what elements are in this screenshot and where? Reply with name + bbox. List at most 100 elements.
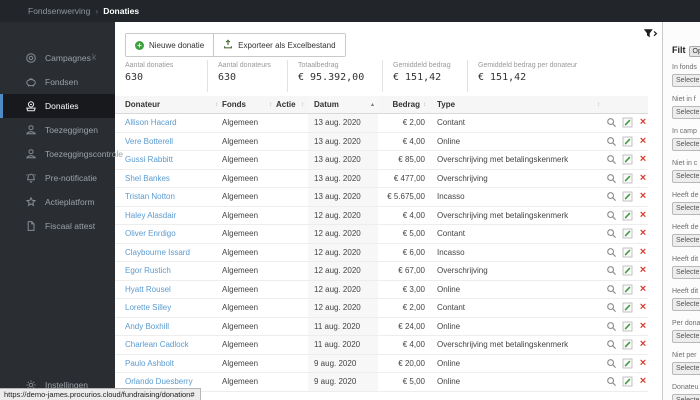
column-header-donateur[interactable]: Donateur ↕ [115,96,222,113]
filter-collapse-toggle[interactable] [643,27,658,39]
view-icon[interactable] [606,321,617,332]
delete-icon[interactable]: × [638,154,648,165]
edit-icon[interactable] [622,339,633,350]
edit-icon[interactable] [622,358,633,369]
sidebar-item-fiscaal-attest[interactable]: Fiscaal attest [0,214,115,238]
date-cell: 11 aug. 2020 [308,317,378,335]
sidebar-item-donaties[interactable]: Donaties [0,94,115,118]
filter-select[interactable]: Selecte [672,362,700,375]
edit-icon[interactable] [622,154,633,165]
filter-select[interactable]: Selecte [672,202,700,215]
view-icon[interactable] [606,191,617,202]
view-icon[interactable] [606,284,617,295]
new-donation-button[interactable]: + Nieuwe donatie [126,34,214,56]
donor-link[interactable]: Lorette Silley [125,303,171,312]
edit-icon[interactable] [622,376,633,387]
donor-link[interactable]: Haley Alasdair [125,211,176,220]
view-icon[interactable] [606,154,617,165]
edit-icon[interactable] [622,321,633,332]
delete-icon[interactable]: × [638,302,648,313]
delete-icon[interactable]: × [638,246,648,258]
delete-icon[interactable]: × [638,376,648,387]
row-actions: × [604,133,648,151]
edit-icon[interactable] [622,302,633,313]
breadcrumb-root[interactable]: Fondsenwerving [28,6,90,16]
donor-link[interactable]: Paulo Ashbolt [125,359,174,368]
filter-select[interactable]: Selecte [672,74,700,87]
donor-link[interactable]: Claybourne Issard [125,248,190,257]
edit-icon[interactable] [622,284,633,295]
sidebar-item-pre-notificatie[interactable]: Pre-notificatie [0,166,115,190]
donor-link[interactable]: Oliver Enrdigo [125,229,176,238]
column-header-fonds[interactable]: Fonds ↕ [222,96,276,113]
donor-cell: Tristan Notton [115,188,222,206]
filter-field: Niet in f Selecte [672,96,700,119]
sidebar-item-toezeggingen[interactable]: Toezeggingen [0,118,115,142]
delete-icon[interactable]: × [638,117,648,128]
column-header-type[interactable]: Type ↕ [430,96,604,113]
edit-icon[interactable] [622,228,633,239]
delete-icon[interactable]: × [638,339,648,350]
delete-icon[interactable]: × [638,228,648,239]
donor-link[interactable]: Vere Botterell [125,137,173,146]
view-icon[interactable] [606,228,617,239]
delete-icon[interactable]: × [638,172,648,184]
column-header-actie[interactable]: Actie ↕ [276,96,308,113]
filter-select[interactable]: Selecte [672,394,700,400]
edit-icon[interactable] [622,117,633,128]
edit-icon[interactable] [622,191,633,202]
sidebar-item-campagnes[interactable]: Campagnes [0,46,115,70]
column-header-datum[interactable]: Datum ▴ [308,96,378,113]
saved-filters-button[interactable]: Ope [688,46,700,57]
delete-icon[interactable]: × [638,320,648,332]
filter-select[interactable]: Selecte [672,234,700,247]
date-cell: 11 aug. 2020 [308,336,378,354]
filter-select[interactable]: Selecte [672,266,700,279]
delete-icon[interactable]: × [638,135,648,147]
filter-panel-title: Filt [672,44,686,55]
sidebar-item-fondsen[interactable]: Fondsen [0,70,115,94]
sidebar-item-actieplatform[interactable]: Actieplatform [0,190,115,214]
donor-link[interactable]: Charlean Cadlock [125,340,189,349]
donor-cell: Charlean Cadlock [115,336,222,354]
edit-icon[interactable] [622,210,633,221]
view-icon[interactable] [606,210,617,221]
view-icon[interactable] [606,117,617,128]
delete-icon[interactable]: × [638,283,648,295]
donor-cell: Egor Rustich [115,262,222,280]
edit-icon[interactable] [622,173,633,184]
filter-select[interactable]: Selecte [672,106,700,119]
view-icon[interactable] [606,265,617,276]
donor-link[interactable]: Egor Rustich [125,266,171,275]
donor-link[interactable]: Andy Boxhill [125,322,169,331]
sidebar-item-toezeggingscontrole[interactable]: Toezeggingscontrole [0,142,123,166]
view-icon[interactable] [606,247,617,258]
view-icon[interactable] [606,358,617,369]
donor-link[interactable]: Gussi Rabbitt [125,155,173,164]
export-excel-button[interactable]: Exporteer als Excelbestand [213,34,345,56]
donor-link[interactable]: Allison Hacard [125,118,177,127]
filter-select[interactable]: Selecte [672,330,700,343]
edit-icon[interactable] [622,136,633,147]
filter-select[interactable]: Selecte [672,170,700,183]
delete-icon[interactable]: × [638,357,648,369]
delete-icon[interactable]: × [638,209,648,221]
delete-icon[interactable]: × [638,265,648,276]
donor-link[interactable]: Hyatt Rousel [125,285,171,294]
donor-link[interactable]: Shel Bankes [125,174,170,183]
view-icon[interactable] [606,136,617,147]
view-icon[interactable] [606,376,617,387]
edit-icon[interactable] [622,247,633,258]
stat-box: Aantal donateurs 630 [207,60,287,92]
view-icon[interactable] [606,339,617,350]
donor-link[interactable]: Orlando Duesberry [125,377,193,386]
delete-icon[interactable]: × [638,191,648,202]
view-icon[interactable] [606,302,617,313]
donor-link[interactable]: Tristan Notton [125,192,175,201]
column-header-bedrag[interactable]: Bedrag ↕ [378,96,430,113]
filter-select[interactable]: Selecte [672,298,700,311]
edit-icon[interactable] [622,265,633,276]
sidebar-item-label: Campagnes [45,53,91,63]
filter-select[interactable]: Selecte [672,138,700,151]
view-icon[interactable] [606,173,617,184]
